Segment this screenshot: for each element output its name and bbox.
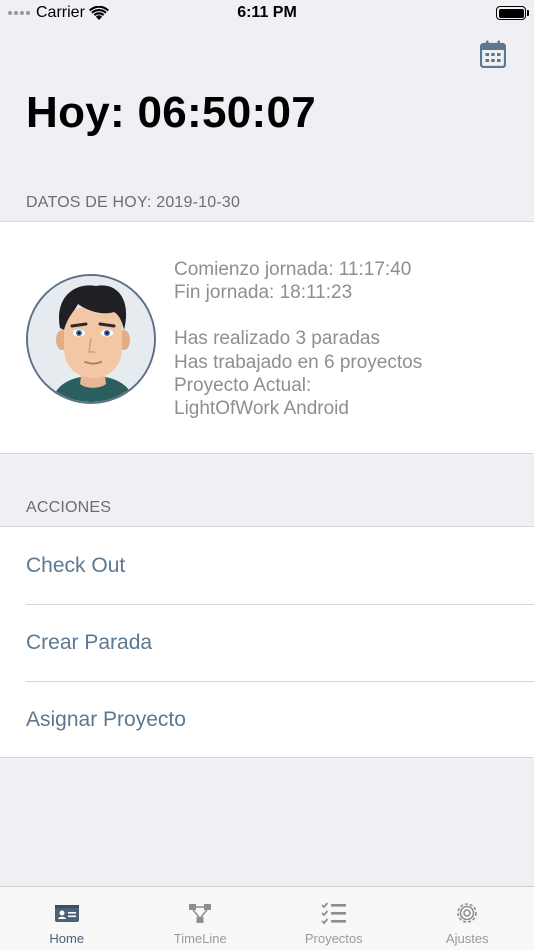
timeline-icon (189, 904, 212, 923)
tab-bar: Home TimeLine Proyectos Ajustes (0, 886, 534, 950)
calendar-icon (479, 40, 507, 69)
battery-icon (496, 6, 529, 20)
page-title: Hoy: 06:50:07 (26, 88, 317, 137)
check-out-button[interactable]: Check Out (26, 527, 534, 604)
today-section-header: DATOS DE HOY: 2019-10-30 (26, 194, 241, 211)
tab-label: Ajustes (445, 931, 489, 946)
calendar-button[interactable] (479, 40, 507, 69)
tab-timeline[interactable]: TimeLine (134, 887, 268, 950)
status-time: 6:11 PM (237, 4, 297, 21)
avatar (26, 274, 156, 404)
current-project-label: Proyecto Actual: (174, 374, 312, 396)
assign-project-button[interactable]: Asignar Proyecto (26, 681, 534, 758)
actions-section-header: ACCIONES (26, 499, 112, 516)
checklist-icon (321, 902, 346, 925)
tab-label: TimeLine (173, 931, 227, 946)
tab-settings[interactable]: Ajustes (401, 887, 534, 950)
tab-projects[interactable]: Proyectos (267, 887, 401, 950)
today-info: Comienzo jornada: 11:17:40 Fin jornada: … (174, 258, 422, 420)
tab-label: Home (49, 931, 85, 946)
tab-home[interactable]: Home (0, 887, 134, 950)
tab-label: Proyectos (304, 931, 363, 946)
today-card: Comienzo jornada: 11:17:40 Fin jornada: … (0, 221, 534, 454)
gear-icon (457, 903, 478, 923)
projects-count: Has trabajado en 6 proyectos (174, 351, 423, 373)
stops-count: Has realizado 3 paradas (174, 328, 380, 350)
create-stop-button[interactable]: Crear Parada (26, 604, 534, 681)
actions-card: Check Out Crear Parada Asignar Proyecto (0, 526, 534, 758)
end-time: Fin jornada: 18:11:23 (174, 282, 353, 304)
id-card-icon (54, 905, 79, 922)
start-time: Comienzo jornada: 11:17:40 (174, 259, 412, 280)
status-bar: Carrier 6:11 PM (0, 0, 534, 28)
current-project: LightOfWork Android (174, 398, 349, 420)
